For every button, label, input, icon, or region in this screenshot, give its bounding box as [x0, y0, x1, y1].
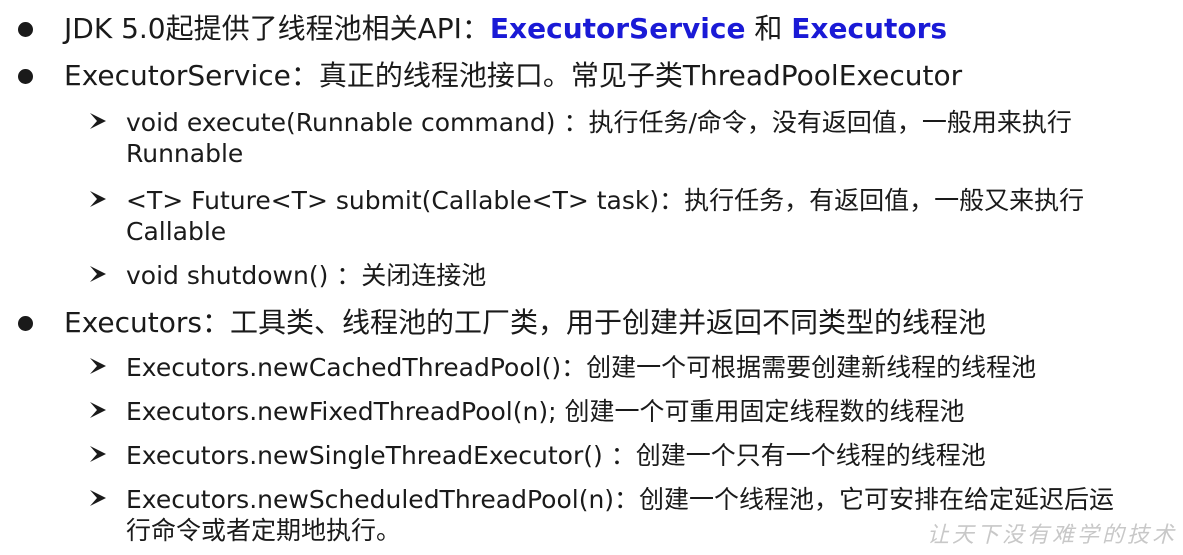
bullet-dot-icon — [18, 21, 33, 37]
cached-thread-pool-text: Executors.newCachedThreadPool()：创建一个可根据需… — [126, 353, 1037, 382]
executor-service-description: ExecutorService：真正的线程池接口。常见子类ThreadPoolE… — [64, 59, 963, 92]
execute-method-text: void execute(Runnable command) ：执行任务/命令，… — [126, 108, 1072, 168]
slide: JDK 5.0起提供了线程池相关API： ExecutorService 和 E… — [0, 0, 1183, 555]
executor-service-highlight: ExecutorService — [489, 12, 746, 45]
arrowhead-right-icon — [90, 191, 106, 207]
arrowhead-right-icon — [90, 490, 106, 506]
arrowhead-right-icon — [90, 402, 106, 418]
bullet-dot-icon — [18, 315, 33, 331]
bullet-dot-icon — [18, 68, 33, 84]
bullet-executors: Executors：工具类、线程池的工厂类，用于创建并返回不同类型的线程池 — [18, 306, 986, 340]
arrowhead-right-icon — [90, 446, 106, 462]
connector-text: 和 — [745, 12, 792, 45]
bullet-jdk: JDK 5.0起提供了线程池相关API： ExecutorService 和 E… — [18, 12, 947, 46]
jdk-prefix-text: JDK 5.0起提供了线程池相关API： — [64, 12, 490, 45]
executors-highlight: Executors — [791, 12, 948, 45]
arrowhead-right-icon — [90, 113, 106, 129]
watermark: 让天下没有难学的技术 — [926, 523, 1177, 548]
submit-method-text: <T> Future<T> submit(Callable<T> task)：执… — [126, 186, 1085, 246]
arrowhead-right-icon — [90, 266, 106, 282]
single-thread-executor-text: Executors.newSingleThreadExecutor() ：创建一… — [126, 441, 986, 470]
bullet-executor-service: ExecutorService：真正的线程池接口。常见子类ThreadPoolE… — [18, 59, 962, 93]
executors-description: Executors：工具类、线程池的工厂类，用于创建并返回不同类型的线程池 — [64, 306, 986, 339]
shutdown-method-text: void shutdown() ：关闭连接池 — [126, 261, 487, 290]
arrowhead-right-icon — [90, 358, 106, 374]
fixed-thread-pool-text: Executors.newFixedThreadPool(n); 创建一个可重用… — [126, 397, 965, 426]
